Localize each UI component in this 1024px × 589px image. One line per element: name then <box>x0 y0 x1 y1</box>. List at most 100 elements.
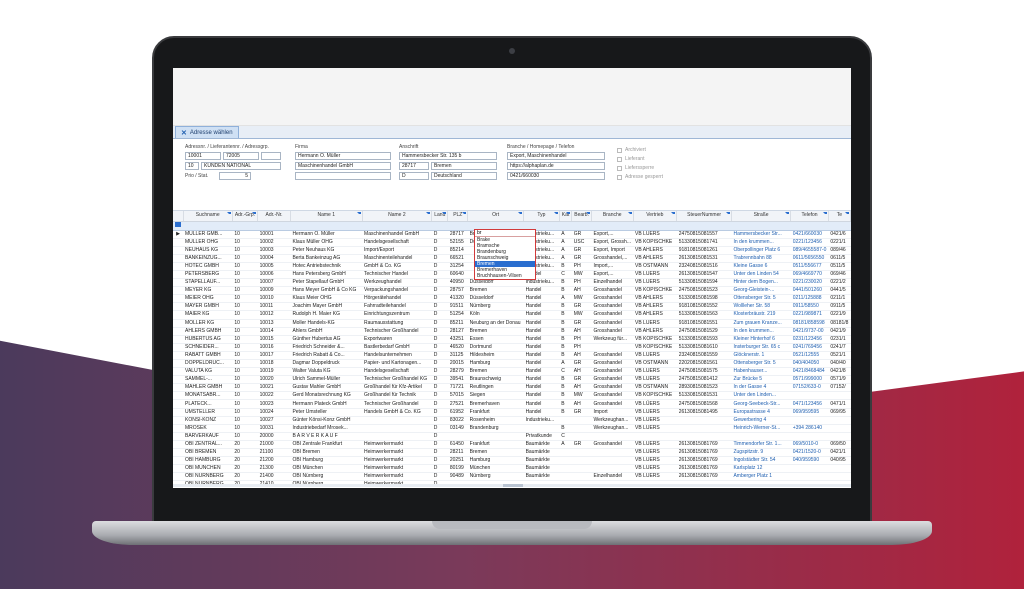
column-header[interactable]: Straße <box>731 211 792 222</box>
table-row[interactable]: MEYER KG 10 10009 Hans Meyer GmbH & Co KG Ve… <box>173 286 851 296</box>
table-row[interactable]: BARVERKAUF 10 20000 B A R V E R K A U F D Pri… <box>173 432 851 441</box>
row-selector[interactable] <box>173 270 183 280</box>
column-header[interactable]: Te <box>828 211 851 222</box>
table-row[interactable]: MAYER GMBH 10 10011 Joachim Mayer GmbH Fahrr… <box>173 302 851 312</box>
table-row[interactable]: KONSI-KONZ 10 10027 Günter Könsi-Konz GmbH D… <box>173 416 851 425</box>
filter-corner-icon[interactable] <box>627 212 632 214</box>
filter-corner-icon[interactable] <box>518 212 523 214</box>
country-field[interactable]: Deutschland <box>431 172 497 180</box>
column-header[interactable]: Land <box>431 211 449 222</box>
row-selector[interactable] <box>173 359 183 369</box>
column-header[interactable]: PLZ <box>447 211 469 222</box>
row-selector[interactable] <box>173 246 183 255</box>
column-header[interactable]: Branche <box>591 211 634 222</box>
row-selector[interactable] <box>173 375 183 385</box>
row-selector[interactable] <box>173 456 183 466</box>
table-row[interactable]: MEIER OHG 10 10010 Klaus Meier OHG Hörgeräte… <box>173 294 851 304</box>
table-row[interactable]: MAHLER GMBH 10 10021 Gustav Mahler GmbH Groß… <box>173 383 851 393</box>
column-header[interactable]: Adr.-Grp. <box>232 211 259 222</box>
row-selector[interactable] <box>173 424 183 433</box>
filter-cell[interactable] <box>183 221 233 231</box>
filter-cell[interactable] <box>257 221 291 231</box>
filter-cell[interactable] <box>676 221 732 231</box>
row-selector[interactable] <box>173 464 183 474</box>
row-selector[interactable] <box>173 416 183 425</box>
row-selector[interactable] <box>173 383 183 393</box>
filter-cell[interactable] <box>633 221 677 231</box>
company-line3-field[interactable] <box>295 172 391 180</box>
table-row[interactable]: AHLERS GMBH 10 10014 Ahlers GmbH Technischer… <box>173 327 851 336</box>
phone-field[interactable]: 0421/660030 <box>507 172 605 180</box>
street-field[interactable]: Hammersbecker Str. 135 b <box>399 152 497 160</box>
filter-corner-icon[interactable] <box>566 212 571 214</box>
filter-cell[interactable] <box>431 221 448 231</box>
company-line1-field[interactable]: Hermann O. Müller <box>295 152 391 160</box>
row-selector[interactable] <box>173 262 183 271</box>
column-header[interactable]: Typ <box>523 211 560 222</box>
column-header[interactable]: Bearb. <box>571 211 592 222</box>
filter-corner-icon[interactable] <box>226 212 231 214</box>
filter-cell[interactable] <box>571 221 592 231</box>
row-selector[interactable] <box>173 254 183 263</box>
column-header[interactable]: Ort <box>467 211 525 222</box>
filter-corner-icon[interactable] <box>442 212 447 214</box>
group-code-field[interactable] <box>261 152 281 160</box>
table-row[interactable]: MAIER KG 10 10012 Rudolph H. Maier KG Einric… <box>173 310 851 320</box>
column-header[interactable]: Name 2 <box>362 211 433 222</box>
close-icon[interactable]: ✕ <box>181 129 187 137</box>
column-header[interactable]: Vertrieb <box>633 211 678 222</box>
table-row[interactable]: SAMMEL-... 10 10020 Ulrich Sammel-Müller Tec… <box>173 375 851 385</box>
filter-cell[interactable] <box>362 221 432 231</box>
filter-cell[interactable] <box>591 221 633 231</box>
row-selector[interactable] <box>173 408 183 417</box>
row-selector[interactable] <box>173 319 183 328</box>
row-selector[interactable] <box>173 432 183 441</box>
table-row[interactable]: MROSEK 10 10031 Industriebedarf Mrosek... D 0… <box>173 424 851 433</box>
table-row[interactable]: DOPPELDRUC... 10 10018 Dagmar Doppeldruck Pa… <box>173 359 851 369</box>
row-selector[interactable] <box>173 343 183 352</box>
filter-corner-icon[interactable] <box>671 212 676 214</box>
filter-corner-icon[interactable] <box>426 212 431 214</box>
table-row[interactable]: MÖLLER KG 10 10013 Moller Handels-KG Raumaus… <box>173 319 851 328</box>
row-selector[interactable] <box>173 472 183 482</box>
address-nr-field[interactable]: 10001 <box>185 152 221 160</box>
column-header[interactable]: Kat <box>559 211 573 222</box>
filter-corner-icon[interactable] <box>252 212 257 214</box>
company-line2-field[interactable]: Maschinenhandel GmbH <box>295 162 391 170</box>
table-row[interactable]: RABATT GMBH 10 10017 Friedrich Rabatt & Co.… <box>173 351 851 361</box>
group-name-field[interactable]: KUNDEN NATIONAL <box>201 162 281 170</box>
filter-cell[interactable] <box>232 221 258 231</box>
table-row[interactable]: VALUTA KG 10 10019 Walter Valuta KG Handelsg… <box>173 367 851 377</box>
country-code-field[interactable]: D <box>399 172 429 180</box>
table-row[interactable]: HUBERTUS AG 10 10015 Günther Hubertus AG Exp… <box>173 335 851 344</box>
filter-corner-icon[interactable] <box>553 212 558 214</box>
row-selector[interactable] <box>173 294 183 304</box>
row-selector[interactable] <box>173 286 183 296</box>
current-row-arrow-icon[interactable]: ▶ <box>173 230 183 239</box>
table-row[interactable]: UMSTELLER 10 10024 Peter Umsteller Handels G… <box>173 408 851 417</box>
row-selector[interactable] <box>173 448 183 458</box>
homepage-field[interactable]: https://alphaplan.de <box>507 162 605 170</box>
delivery-block-checkbox[interactable]: Lieferssperre <box>617 165 654 171</box>
city-field[interactable]: Bremen <box>431 162 497 170</box>
filter-cell[interactable] <box>559 221 572 231</box>
filter-corner-icon[interactable] <box>822 212 827 214</box>
plz-field[interactable]: 28717 <box>399 162 429 170</box>
row-selector[interactable] <box>173 327 183 336</box>
group-nr-field[interactable]: 10 <box>185 162 199 170</box>
table-row[interactable]: OBI ZENTRAL... 20 21000 OBI Zentrale Frankf… <box>173 440 851 450</box>
row-selector[interactable] <box>173 367 183 377</box>
table-row[interactable]: OBI NÜRNBERG 20 21400 OBI Nürnberg Heimwerke… <box>173 472 851 482</box>
filter-cell[interactable] <box>828 221 851 231</box>
table-row[interactable]: SCHNEIDER... 10 10016 Friedrich Schneider &… <box>173 343 851 352</box>
row-selector[interactable] <box>173 302 183 312</box>
table-row[interactable]: MONATSABR... 10 10022 Gerd Monatsrechnung K… <box>173 391 851 401</box>
supplier-checkbox[interactable]: Lieferant <box>617 156 644 162</box>
filter-corner-icon[interactable] <box>785 212 790 214</box>
archived-checkbox[interactable]: Archiviert <box>617 147 646 153</box>
filter-cell[interactable] <box>790 221 829 231</box>
dropdown-option[interactable]: Bruchhausen-Vilsen <box>475 273 535 279</box>
row-selector[interactable] <box>173 278 183 288</box>
row-selector[interactable] <box>173 391 183 401</box>
table-row[interactable]: OBI HAMBURG 20 21200 OBI Hamburg Heimwerkerm… <box>173 456 851 466</box>
